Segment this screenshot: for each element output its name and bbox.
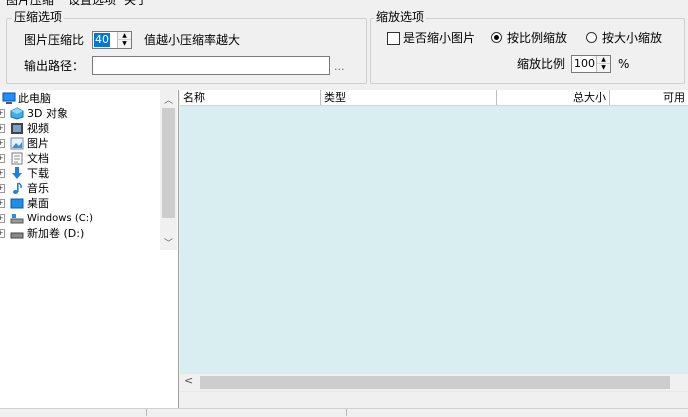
drive-icon [10, 232, 24, 239]
spin-down-icon[interactable]: ▼ [118, 40, 131, 48]
computer-icon [2, 92, 16, 104]
scale-unit-label: % [618, 57, 630, 71]
shrink-checkbox-label: 是否缩小图片 [403, 31, 476, 45]
compress-ratio-value[interactable]: 40 [94, 33, 110, 47]
status-divider [146, 409, 147, 416]
scroll-left-icon[interactable]: < [184, 374, 193, 387]
output-path-input[interactable] [92, 56, 330, 75]
tree-scroll-thumb[interactable] [162, 108, 175, 218]
file-list-header: 名称 类型 总大小 可用 [180, 90, 688, 106]
spin-up-icon[interactable]: ▲ [118, 32, 131, 40]
menu-item-about[interactable]: 关于 [124, 0, 148, 8]
compress-ratio-label: 图片压缩比 [24, 33, 85, 47]
list-scroll-thumb[interactable] [200, 376, 670, 389]
browse-button[interactable]: ... [334, 59, 345, 75]
scale-options-legend: 缩放选项 [374, 10, 427, 24]
column-header-total-size[interactable]: 总大小 [497, 90, 610, 105]
shrink-checkbox[interactable] [387, 32, 400, 45]
radio-scale-size-label: 按大小缩放 [602, 31, 663, 45]
video-icon [11, 123, 23, 134]
desktop-icon [10, 198, 24, 209]
compress-ratio-hint: 值越小压缩率越大 [144, 33, 241, 47]
3d-objects-icon [10, 107, 24, 120]
column-header-name[interactable]: 名称 [180, 90, 321, 105]
downloads-icon [12, 167, 22, 179]
radio-scale-ratio-label: 按比例缩放 [507, 31, 568, 45]
scale-ratio-spin-buttons[interactable]: ▲ ▼ [596, 56, 610, 72]
expand-icon[interactable]: + [0, 214, 5, 223]
expand-icon[interactable]: + [0, 184, 5, 193]
scale-ratio-label: 缩放比例 [517, 57, 566, 71]
music-icon [13, 182, 22, 194]
file-list[interactable] [180, 90, 688, 392]
documents-icon [11, 152, 23, 165]
radio-selected-dot [494, 35, 499, 40]
drive-icon [10, 214, 24, 224]
radio-scale-ratio[interactable] [491, 32, 502, 43]
column-header-available[interactable]: 可用 [610, 90, 688, 105]
spin-down-icon[interactable]: ▼ [597, 64, 610, 72]
scale-ratio-value[interactable]: 100 [573, 57, 596, 71]
output-path-label: 输出路径： [24, 59, 85, 73]
expand-icon[interactable]: + [0, 169, 5, 178]
menu-item-compress[interactable]: 图片压缩 [6, 0, 54, 8]
menu-item-settings[interactable]: 设置选项 [68, 0, 116, 8]
expand-icon[interactable]: + [0, 124, 5, 133]
spin-up-icon[interactable]: ▲ [597, 56, 610, 64]
expand-icon[interactable]: + [0, 109, 5, 118]
radio-scale-size[interactable] [586, 32, 597, 43]
scale-options-group [370, 18, 685, 84]
compress-ratio-spin-buttons[interactable]: ▲ ▼ [117, 32, 131, 48]
scroll-up-icon[interactable]: ︿ [160, 93, 177, 106]
scale-ratio-stepper[interactable]: 100 ▲ ▼ [571, 55, 611, 73]
expand-icon[interactable]: + [0, 229, 5, 238]
expand-icon[interactable]: + [0, 199, 5, 208]
column-header-type[interactable]: 类型 [321, 90, 497, 105]
scroll-down-icon[interactable]: ﹀ [160, 236, 177, 249]
compress-ratio-stepper[interactable]: 40 ▲ ▼ [92, 31, 132, 49]
pictures-icon [10, 137, 24, 150]
expand-icon[interactable]: + [0, 139, 5, 148]
status-divider [346, 409, 347, 416]
expand-icon[interactable]: + [0, 154, 5, 163]
compress-options-legend: 压缩选项 [12, 10, 65, 24]
menu-bar: 图片压缩 设置选项 关于 [0, 0, 688, 7]
